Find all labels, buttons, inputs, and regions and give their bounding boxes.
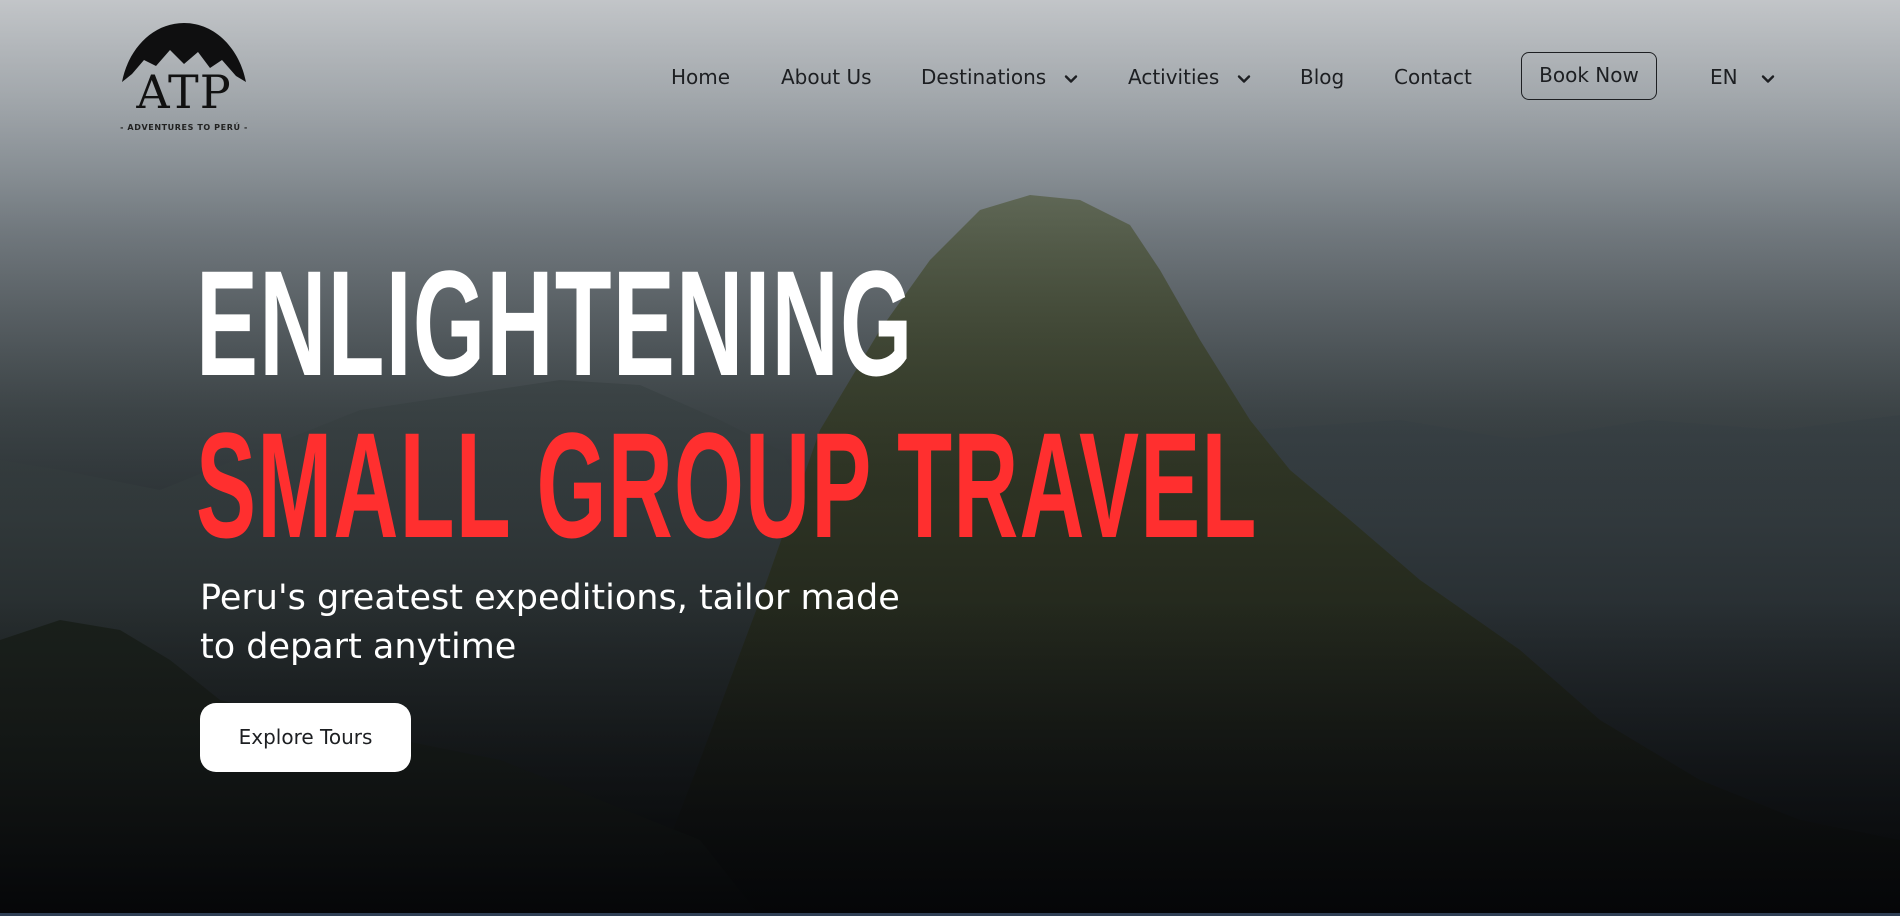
chevron-down-icon <box>1064 74 1077 83</box>
language-label: EN <box>1710 65 1738 89</box>
chevron-down-icon <box>1761 74 1775 83</box>
hero-subtitle-line-2: to depart anytime <box>200 627 517 667</box>
chevron-down-icon <box>1237 74 1250 83</box>
explore-tours-button[interactable]: Explore Tours <box>200 703 411 772</box>
nav-item-about-us[interactable]: About Us <box>781 52 872 102</box>
book-now-button[interactable]: Book Now <box>1521 52 1657 100</box>
main-navigation: Home About Us Destinations Activities Bl… <box>0 52 1900 102</box>
nav-item-label: Home <box>671 65 731 89</box>
hero-subtitle-line-1: Peru's greatest expeditions, tailor made <box>200 578 900 618</box>
nav-item-label: About Us <box>781 65 872 89</box>
page: ATP - ADVENTURES TO PERÚ - Home About Us… <box>0 0 1900 916</box>
nav-item-label: Blog <box>1300 65 1345 89</box>
nav-item-label: Activities <box>1128 65 1220 89</box>
nav-item-label: Contact <box>1394 65 1472 89</box>
nav-item-contact[interactable]: Contact <box>1394 52 1472 102</box>
hero-headline-line-2: SMALL GROUP TRAVEL <box>196 401 1258 569</box>
nav-item-activities[interactable]: Activities <box>1128 52 1252 102</box>
logo-subtitle: - ADVENTURES TO PERÚ - <box>120 123 248 132</box>
nav-item-blog[interactable]: Blog <box>1300 52 1344 102</box>
nav-item-home[interactable]: Home <box>671 52 730 102</box>
hero-headline-line-1: ENLIGHTENING <box>196 239 914 407</box>
hero-subtitle: Peru's greatest expeditions, tailor made… <box>200 574 960 672</box>
language-selector[interactable]: EN <box>1710 52 1776 102</box>
nav-item-destinations[interactable]: Destinations <box>921 52 1079 102</box>
nav-item-label: Destinations <box>921 65 1047 89</box>
